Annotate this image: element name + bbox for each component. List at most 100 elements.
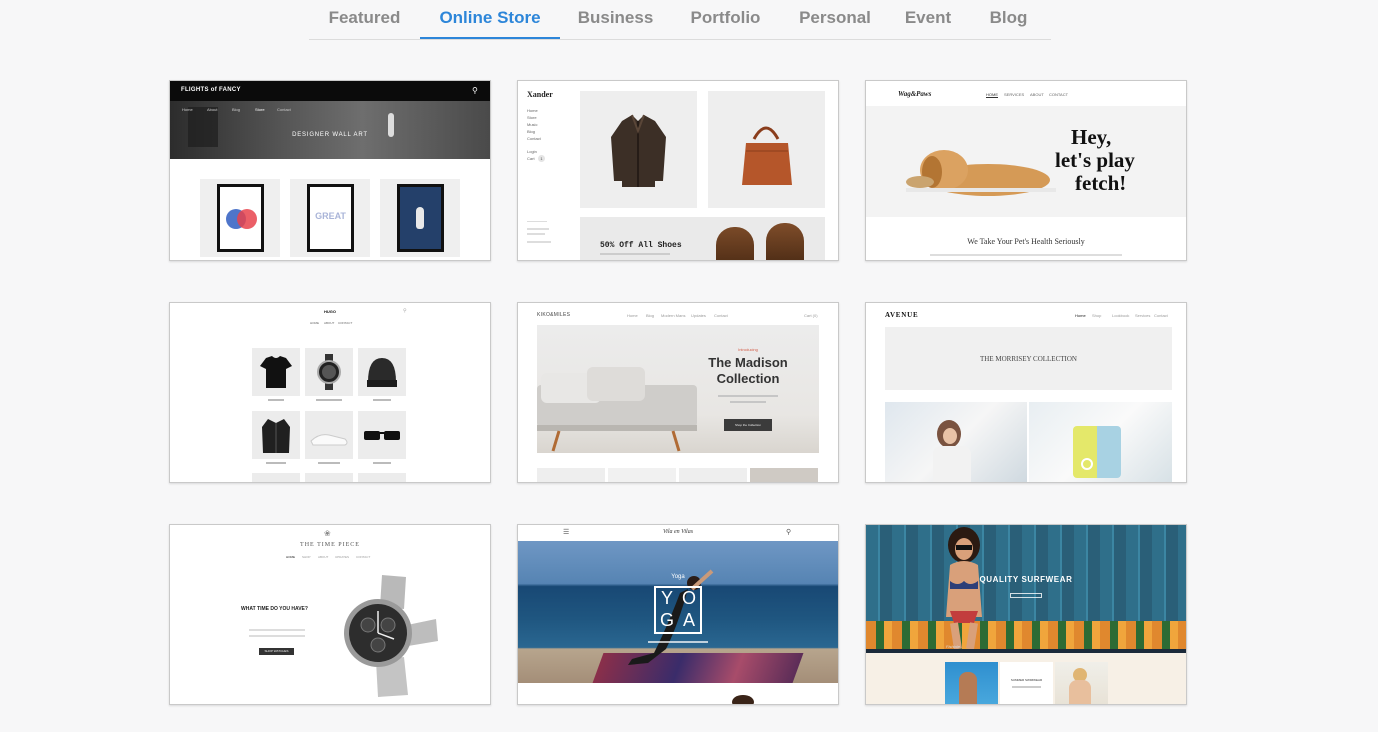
template-card-the-time-piece[interactable]: ❀ THE TIME PIECE HOME SHOP ABOUT UPDATES… xyxy=(169,524,491,705)
shop-watches-button: SHOP WATCHES xyxy=(259,648,294,655)
template-nav-item: ABOUT xyxy=(324,321,335,325)
gallery-thumb xyxy=(608,468,676,482)
product-jacket xyxy=(580,91,697,208)
template-nav-item: Blog xyxy=(646,313,655,318)
model-top xyxy=(933,446,971,482)
sunglasses-icon xyxy=(364,431,400,440)
beanie-icon xyxy=(367,358,397,387)
template-nav-item: UPDATES xyxy=(335,555,349,559)
template-nav-item: HOME xyxy=(310,321,319,325)
tab-business[interactable]: Business xyxy=(560,0,671,39)
footer-text-line xyxy=(527,241,551,243)
template-nav-item: Lookbook xyxy=(1112,313,1130,318)
promo-text-box: SUMMER SWIMWEAR xyxy=(1000,662,1053,704)
tab-featured[interactable]: Featured xyxy=(309,0,420,39)
hero-headline-line1: Hey, xyxy=(1071,125,1112,149)
shoe-image xyxy=(766,223,804,260)
product-caption-line xyxy=(318,462,340,464)
template-nav-item: ABOUT xyxy=(1030,92,1044,97)
tab-personal[interactable]: Personal xyxy=(780,0,890,39)
yoga-letter: G xyxy=(659,610,674,630)
handbag-icon xyxy=(1073,426,1121,478)
template-card-avenue[interactable]: AVENUE Home Shop Lookbook Services Conta… xyxy=(865,302,1187,483)
product-caption-line xyxy=(373,399,391,401)
template-brand: Wag&Paws xyxy=(898,90,932,98)
tab-online-store[interactable]: Online Store xyxy=(420,0,560,39)
hero-tagline: We Take Your Pet's Health Seriously xyxy=(967,237,1085,246)
template-brand: KIKO&MILES xyxy=(537,312,571,318)
handbag-icon xyxy=(742,126,792,185)
template-nav-item: Music xyxy=(527,122,538,127)
art-frame: GREAT xyxy=(307,184,354,252)
template-nav-item: CONTACT xyxy=(338,321,353,325)
template-nav-item: Home xyxy=(182,107,193,112)
model-hair xyxy=(732,695,754,704)
template-nav-item: Blog xyxy=(527,129,536,134)
template-nav-item: CONTACT xyxy=(356,555,371,559)
template-nav-item: ABOUT xyxy=(318,555,329,559)
divider xyxy=(527,221,547,222)
template-nav-item: HOME xyxy=(986,92,998,97)
model-figure xyxy=(1069,680,1091,704)
sneaker-icon xyxy=(310,434,348,446)
promo-title: SUMMER SWIMWEAR xyxy=(1010,678,1043,682)
promo-photo xyxy=(945,662,998,704)
template-nav-item: Shop xyxy=(1092,313,1102,318)
footer-text-line xyxy=(527,233,545,235)
template-cart: Cart xyxy=(527,156,535,161)
template-card-quality-surfwear[interactable]: QUALITY SURFWEAR Fishtale SUMMER SWIMWEA… xyxy=(865,524,1187,705)
tab-portfolio[interactable]: Portfolio xyxy=(671,0,780,39)
template-brand: Fishtale xyxy=(946,644,961,649)
template-nav-item: Contact xyxy=(277,107,291,112)
promo-subtext-line xyxy=(1012,686,1041,688)
product-handbag xyxy=(708,91,825,208)
product-caption-line xyxy=(266,462,286,464)
template-card-xander[interactable]: Xander Home Store Music Blog Contact Log… xyxy=(517,80,839,261)
product-tile xyxy=(252,473,300,482)
template-card-flights-of-fancy[interactable]: FLIGHTS of FANCY ⚲ Home About Blog Store… xyxy=(169,80,491,261)
template-login: Login xyxy=(527,149,537,154)
tab-blog[interactable]: Blog xyxy=(966,0,1051,39)
hero-title-line2: Collection xyxy=(716,371,780,386)
hero-question: WHAT TIME DO YOU HAVE? xyxy=(241,606,308,612)
template-card-wag-and-paws[interactable]: Wag&Paws HOME SERVICES ABOUT CONTACT Hey… xyxy=(865,80,1187,261)
puppy-image xyxy=(906,150,1056,196)
search-icon: ⚲ xyxy=(403,308,407,314)
vase-art xyxy=(416,207,424,229)
template-category-tabs: Featured Online Store Business Portfolio… xyxy=(309,0,1051,40)
hero-headline-line2: let's play xyxy=(1055,148,1135,172)
template-card-hugo[interactable]: HUGO ⚲ HOME ABOUT CONTACT xyxy=(169,302,491,483)
hero-kicker: Introducing xyxy=(738,347,758,352)
bag-photo xyxy=(1029,402,1172,482)
promo-photo xyxy=(1055,662,1108,704)
hero-headline-line3: fetch! xyxy=(1075,171,1127,195)
collection-title: THE MORRISEY COLLECTION xyxy=(980,355,1077,363)
template-brand: THE TIME PIECE xyxy=(300,542,360,548)
jacket-icon xyxy=(611,114,666,187)
yoga-logo-box: Y O G A xyxy=(654,586,702,634)
template-nav-item: Store xyxy=(255,107,265,112)
template-nav-item: CONTACT xyxy=(1049,92,1069,97)
template-nav-item: Updates xyxy=(691,313,706,318)
gallery-thumb xyxy=(537,468,605,482)
jacket-icon xyxy=(262,419,290,453)
circle-art xyxy=(237,209,257,229)
tab-event[interactable]: Event xyxy=(890,0,966,39)
promo-text: 50% Off All Shoes xyxy=(600,241,682,250)
art-text: GREAT xyxy=(315,211,346,221)
product-caption-line xyxy=(268,399,284,401)
shop-collection-button: Shop the Collection xyxy=(724,419,772,431)
product-caption-line xyxy=(316,399,342,401)
model-face xyxy=(943,428,957,444)
hero-kicker: Yoga xyxy=(671,574,685,580)
body-text-line xyxy=(249,635,305,637)
template-card-kiko-and-miles[interactable]: KIKO&MILES Home Blog Modern Mans Updates… xyxy=(517,302,839,483)
template-nav-item: Home xyxy=(527,108,538,113)
shoe-image xyxy=(716,227,754,260)
watch-icon xyxy=(317,354,341,390)
bag-ring xyxy=(1081,458,1093,470)
promo-subtext-line xyxy=(600,253,670,255)
template-card-yoga[interactable]: ☰ Vila en Vilas ⚲ Yoga Y O G A xyxy=(517,524,839,705)
product-caption-line xyxy=(373,462,391,464)
product-watch xyxy=(305,348,353,396)
